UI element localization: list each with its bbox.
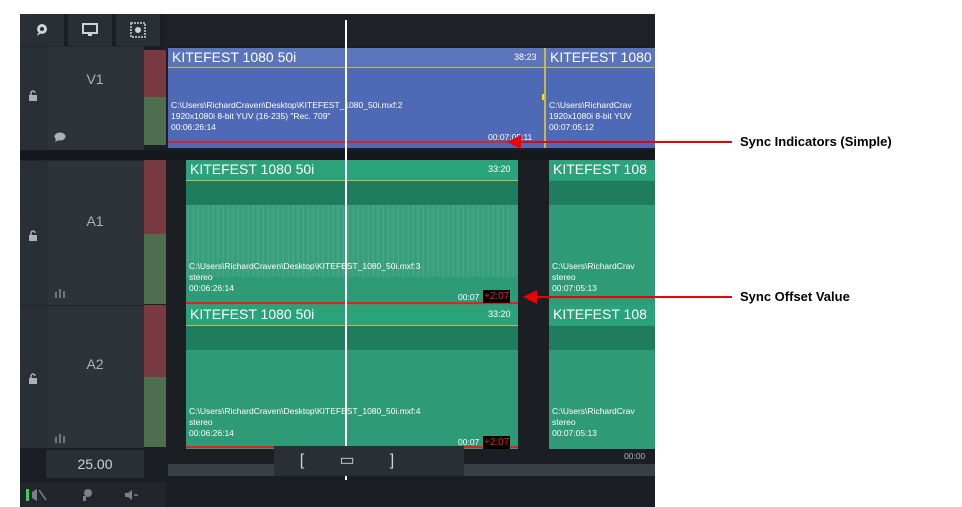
ruler-timecode: 00:00 — [624, 451, 646, 461]
clip-band — [549, 326, 655, 350]
clip-type: stereo — [552, 417, 576, 427]
clip-mark-button[interactable]: ▭ — [324, 446, 370, 476]
track-color-strip — [144, 305, 166, 377]
clip-tc-in: 00:06:26:14 — [171, 122, 216, 132]
mark-in-button[interactable]: [ — [280, 446, 324, 476]
film-frame-icon[interactable] — [116, 14, 161, 46]
chat-bubble-icon[interactable] — [20, 14, 65, 46]
waveform-meter-icon[interactable] — [54, 430, 66, 448]
clip-type: stereo — [552, 272, 576, 282]
clip-title: KITEFEST 108 — [553, 306, 647, 322]
track-header-a2[interactable]: A2 — [20, 305, 144, 448]
clip-tc-in: 00:06:26:14 — [189, 428, 234, 438]
comment-icon[interactable] — [54, 129, 66, 147]
speaker-remove-icon[interactable] — [124, 488, 138, 507]
audio-clip[interactable]: KITEFEST 108 C:\Users\RichardCrav stereo… — [549, 305, 655, 449]
clip-duration: 33:20 — [488, 309, 511, 319]
track-header-v1[interactable]: V1 — [20, 46, 144, 151]
track-name-v1: V1 — [86, 71, 104, 87]
clip-title: KITEFEST 1080 50i — [190, 161, 315, 177]
track-color-strip — [144, 97, 166, 145]
track-color-strip — [144, 160, 166, 234]
callout-arrowhead — [523, 290, 537, 304]
playhead[interactable] — [345, 20, 347, 480]
clip-band — [186, 326, 518, 350]
track-name-a1: A1 — [86, 213, 104, 229]
callout-line — [520, 141, 732, 143]
callout-sync-offset: Sync Offset Value — [740, 289, 850, 304]
timeline-panel: V1 KITEFEST 1080 50i 38:23 C:\Users\Rich… — [20, 14, 655, 507]
audio-clip[interactable]: KITEFEST 108 C:\Users\RichardCrav stereo… — [549, 160, 655, 305]
callout-arrowhead — [507, 135, 521, 149]
sync-offset-value: +2:07 — [483, 436, 511, 449]
clip-tc-in: 00:07:05:12 — [549, 122, 594, 132]
sync-indicator — [186, 302, 518, 304]
clip-tc-in: 00:07:05:13 — [552, 428, 597, 438]
video-clip[interactable]: KITEFEST 1080 C:\Users\RichardCrav 1920x… — [546, 48, 655, 148]
clip-title: KITEFEST 1080 50i — [190, 306, 315, 322]
framerate-display[interactable]: 25.00 — [46, 450, 144, 478]
audio-mute-icon[interactable] — [26, 488, 48, 507]
sync-offset-value: +2:07 — [483, 290, 511, 303]
sync-indicator — [168, 141, 544, 143]
track-color-strip — [144, 377, 166, 447]
clip-path: C:\Users\RichardCraven\Desktop\KITEFEST_… — [189, 406, 421, 416]
clip-path: C:\Users\RichardCraven\Desktop\KITEFEST_… — [171, 100, 403, 110]
track-color-strip — [144, 50, 166, 97]
audio-clip[interactable]: KITEFEST 1080 50i 33:20 C:\Users\Richard… — [186, 305, 518, 449]
clip-path: C:\Users\RichardCrav — [552, 261, 635, 271]
clip-tc-in: 00:07:05:13 — [552, 283, 597, 293]
clip-path: C:\Users\RichardCrav — [552, 406, 635, 416]
mark-out-button[interactable]: ] — [370, 446, 414, 476]
clip-title: KITEFEST 1080 — [550, 49, 652, 65]
clip-duration: 38:23 — [514, 52, 537, 62]
clip-tc-in: 00:06:26:14 — [189, 283, 234, 293]
clip-band — [186, 181, 518, 205]
clip-format: 1920x1080i 8-bit YUV (16-235) "Rec. 709" — [171, 111, 331, 121]
audio-clip[interactable]: KITEFEST 1080 50i 33:20 C:\Users\Richard… — [186, 160, 518, 305]
monitor-icon[interactable] — [68, 14, 113, 46]
clip-type: stereo — [189, 272, 213, 282]
callout-sync-indicators: Sync Indicators (Simple) — [740, 134, 892, 149]
clip-format: 1920x1080i 8-bit YUV — [549, 111, 632, 121]
track-name-a2: A2 — [86, 356, 104, 372]
clip-duration: 33:20 — [488, 164, 511, 174]
lock-icon[interactable] — [28, 89, 38, 107]
track-header-a1[interactable]: A1 — [20, 160, 144, 305]
clip-path: C:\Users\RichardCraven\Desktop\KITEFEST_… — [189, 261, 421, 271]
waveform-meter-icon[interactable] — [54, 285, 66, 303]
clip-title: KITEFEST 1080 50i — [172, 49, 297, 65]
lock-icon[interactable] — [28, 372, 38, 390]
video-clip[interactable]: KITEFEST 1080 50i 38:23 C:\Users\Richard… — [168, 48, 544, 148]
lock-icon[interactable] — [28, 229, 38, 247]
clip-path: C:\Users\RichardCrav — [549, 100, 632, 110]
patch-icon[interactable] — [80, 488, 94, 507]
callout-line — [536, 296, 732, 298]
clip-title: KITEFEST 108 — [553, 161, 647, 177]
ruler[interactable] — [164, 14, 655, 46]
clip-band — [549, 181, 655, 205]
track-divider — [20, 150, 655, 160]
track-color-strip — [144, 234, 166, 304]
clip-tc-out: 00:07 — [458, 292, 480, 302]
clip-type: stereo — [189, 417, 213, 427]
